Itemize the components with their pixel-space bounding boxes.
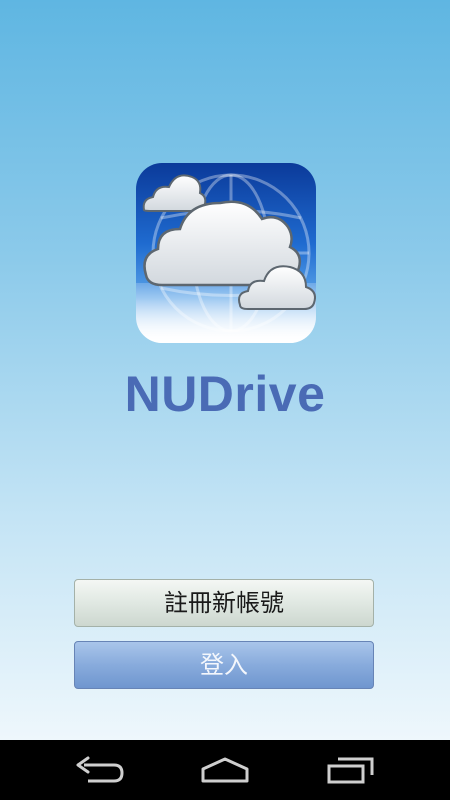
app-logo-icon [136,163,316,343]
recent-apps-icon[interactable] [324,755,376,785]
splash-screen: NUDrive 註冊新帳號 登入 [0,0,450,740]
home-icon[interactable] [199,755,251,785]
login-button[interactable]: 登入 [74,641,374,689]
back-arrow-icon[interactable] [74,755,126,785]
app-title: NUDrive [124,366,326,422]
register-button[interactable]: 註冊新帳號 [74,579,374,627]
system-navigation-bar [0,740,450,800]
